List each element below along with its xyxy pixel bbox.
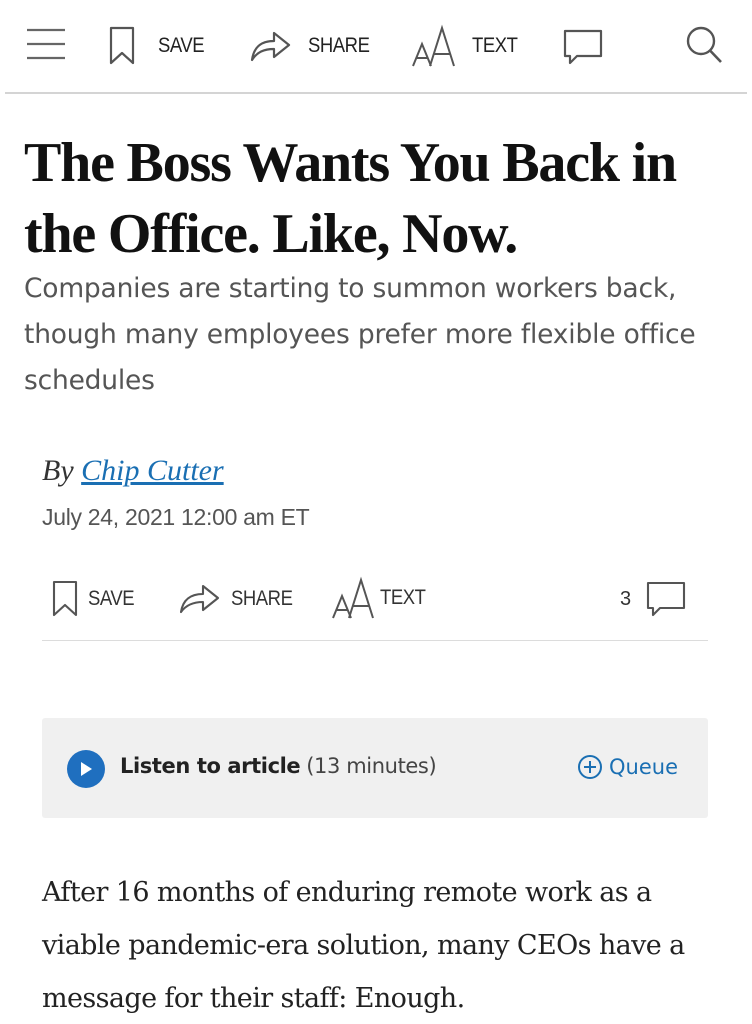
comments-button[interactable] xyxy=(562,28,604,66)
comment-icon xyxy=(647,581,686,617)
bookmark-icon xyxy=(109,26,135,65)
listen-label: Listen to article xyxy=(120,754,301,778)
article-body-paragraph: After 16 months of enduring remote work … xyxy=(42,877,685,1014)
author-link[interactable]: Chip Cutter xyxy=(81,454,224,487)
text-size-icon xyxy=(332,576,374,619)
top-toolbar: SAVE SHARE TEXT xyxy=(0,0,752,92)
byline: By Chip Cutter xyxy=(42,454,224,488)
bookmark-icon xyxy=(52,580,78,617)
article-save-label: SAVE xyxy=(88,587,135,610)
comment-count: 3 xyxy=(620,587,632,610)
save-button[interactable]: SAVE xyxy=(108,26,210,66)
article-headline: The Boss Wants You Back in the Office. L… xyxy=(24,132,677,265)
text-size-icon xyxy=(412,24,455,67)
search-button[interactable] xyxy=(684,24,724,66)
article-text-size-button[interactable]: TEXT xyxy=(330,576,432,620)
share-button[interactable]: SHARE xyxy=(248,28,378,64)
queue-label: Queue xyxy=(609,755,678,779)
save-label: SAVE xyxy=(158,34,205,57)
article-save-button[interactable]: SAVE xyxy=(52,580,140,618)
article-share-row: SAVE SHARE TEXT 3 xyxy=(42,570,708,626)
listen-to-article-bar: Listen to article (13 minutes) Queue xyxy=(42,718,708,818)
publish-date: July 24, 2021 12:00 am ET xyxy=(42,504,310,530)
share-arrow-icon xyxy=(250,31,291,62)
article-comments-button[interactable]: 3 xyxy=(620,580,687,618)
share-row-divider xyxy=(42,640,708,641)
menu-button[interactable] xyxy=(26,26,66,62)
share-arrow-icon xyxy=(179,584,220,614)
comment-icon xyxy=(563,29,603,65)
plus-circle-icon xyxy=(578,755,602,779)
text-size-button[interactable]: TEXT xyxy=(410,24,524,68)
search-icon xyxy=(686,26,722,63)
article-share-button[interactable]: SHARE xyxy=(177,582,301,616)
article-text-label: TEXT xyxy=(380,586,426,609)
toolbar-divider xyxy=(5,92,747,94)
article-share-label: SHARE xyxy=(231,587,293,610)
queue-button[interactable]: Queue xyxy=(577,754,678,780)
article-dek: Companies are starting to summon workers… xyxy=(24,273,696,396)
play-icon xyxy=(81,762,92,776)
byline-prefix: By xyxy=(42,454,74,487)
menu-icon xyxy=(27,28,65,60)
play-button[interactable] xyxy=(67,750,105,788)
audio-duration: (13 minutes) xyxy=(306,754,437,778)
text-label: TEXT xyxy=(472,34,518,57)
listen-label-group[interactable]: Listen to article (13 minutes) xyxy=(120,754,437,778)
share-label: SHARE xyxy=(308,34,370,57)
